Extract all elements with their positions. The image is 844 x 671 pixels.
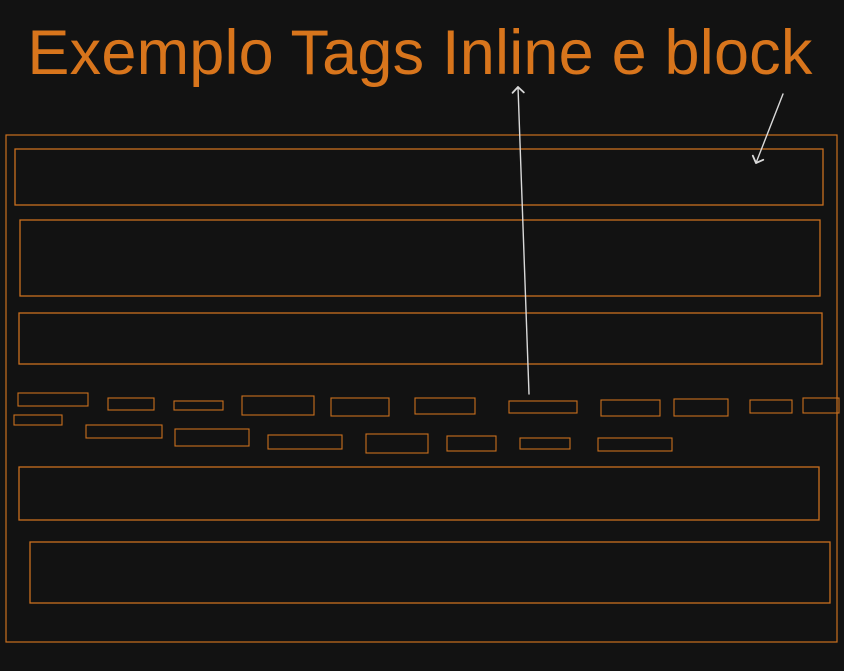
diagram-canvas <box>5 86 840 643</box>
inline-element-box <box>85 424 163 439</box>
inline-element-box <box>267 434 343 450</box>
inline-element-box <box>173 400 224 411</box>
block-element-box <box>18 466 820 521</box>
block-element-box <box>29 541 831 604</box>
inline-element-box <box>13 414 63 426</box>
inline-element-box <box>600 399 661 417</box>
inline-element-box <box>107 397 155 411</box>
inline-element-box <box>597 437 673 452</box>
outer-container-box <box>5 134 838 643</box>
block-element-box <box>14 148 824 206</box>
block-element-box <box>18 312 823 365</box>
inline-element-box <box>749 399 793 414</box>
inline-element-box <box>17 392 89 407</box>
inline-element-box <box>174 428 250 447</box>
inline-element-box <box>508 400 578 414</box>
inline-element-box <box>802 397 840 414</box>
arrow-to-inline <box>511 86 530 395</box>
inline-element-box <box>414 397 476 415</box>
inline-element-box <box>446 435 497 452</box>
arrow-to-block <box>751 93 784 164</box>
inline-element-box <box>330 397 390 417</box>
inline-element-box <box>519 437 571 450</box>
inline-element-box <box>673 398 729 417</box>
block-element-box <box>19 219 821 297</box>
inline-element-box <box>241 395 315 416</box>
inline-element-box <box>365 433 429 454</box>
